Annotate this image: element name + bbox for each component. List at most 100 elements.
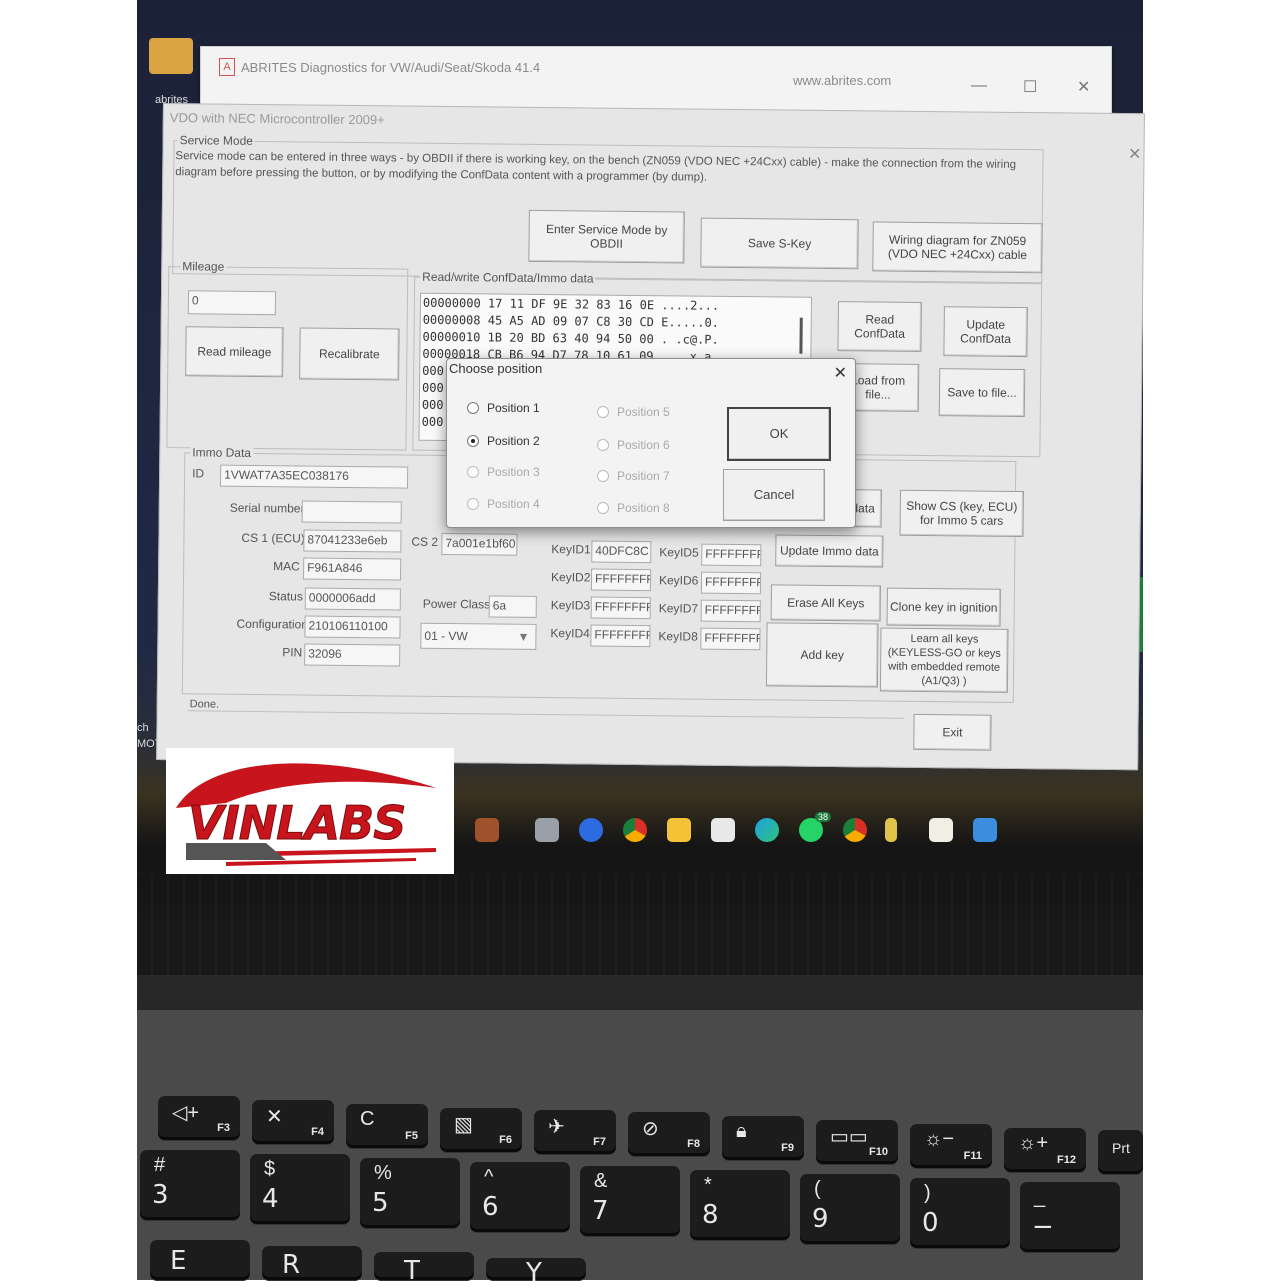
app-icon[interactable]: [475, 818, 499, 842]
enter-service-mode-button[interactable]: Enter Service Mode by OBDII: [528, 209, 685, 264]
key-3[interactable]: #3: [140, 1150, 240, 1220]
close-button[interactable]: ✕: [1077, 77, 1090, 97]
key-4[interactable]: $4: [250, 1154, 350, 1224]
ok-button[interactable]: OK: [727, 407, 831, 461]
key-9[interactable]: (9: [800, 1174, 900, 1244]
window-close-icon[interactable]: ✕: [1128, 144, 1142, 164]
key-char: 8: [702, 1200, 719, 1230]
add-key-button[interactable]: Add key: [765, 622, 879, 688]
vinlabs-logo: VINLABS: [166, 748, 454, 874]
cs2-field[interactable]: 7a001e1bf601: [441, 532, 518, 556]
key-char: 3: [152, 1180, 169, 1210]
mac-label: MAC: [273, 559, 300, 574]
power-class-field[interactable]: 6a: [488, 595, 537, 618]
status-field[interactable]: 0000006add: [304, 587, 401, 611]
learn-all-keys-button[interactable]: Learn all keys (KEYLESS-GO or keys with …: [879, 627, 1009, 693]
update-confdata-button[interactable]: Update ConfData: [943, 306, 1028, 358]
key-r[interactable]: R: [262, 1246, 362, 1280]
f3-key[interactable]: ◁+ F3: [158, 1096, 240, 1140]
key-shift-char: &: [594, 1170, 608, 1192]
minimize-button[interactable]: —: [971, 77, 987, 95]
cs1-field[interactable]: 87041233e6eb: [303, 529, 402, 553]
key-8[interactable]: * 8: [690, 1170, 790, 1240]
position-1-label: Position 1: [487, 401, 540, 415]
f6-key[interactable]: ▧ F6: [440, 1108, 522, 1152]
clone-key-button[interactable]: Clone key in ignition: [886, 587, 1001, 627]
position-3-radio[interactable]: Position 3: [467, 465, 540, 479]
key-5[interactable]: % 5: [360, 1158, 460, 1228]
folder-icon[interactable]: [149, 38, 193, 74]
hex-scrollbar[interactable]: [799, 317, 803, 354]
configuration-label: Configuration: [236, 616, 309, 632]
exit-button[interactable]: Exit: [913, 713, 992, 751]
maximize-button[interactable]: ☐: [1023, 77, 1037, 97]
position-6-radio[interactable]: Position 6: [597, 438, 670, 452]
position-1-radio[interactable]: Position 1: [467, 401, 540, 415]
show-cs-button[interactable]: Show CS (key, ECU) for Immo 5 cars: [899, 489, 1024, 538]
f12-key[interactable]: ☼+ F12: [1004, 1128, 1086, 1172]
f10-key[interactable]: ▭▭ F10: [816, 1120, 898, 1164]
erase-all-keys-button[interactable]: Erase All Keys: [770, 584, 881, 622]
mileage-field[interactable]: 0: [187, 290, 277, 316]
mac-field[interactable]: F961A846: [303, 557, 402, 581]
close-icon[interactable]: ✕: [834, 363, 847, 383]
position-7-radio[interactable]: Position 7: [597, 469, 670, 483]
zoom-icon[interactable]: [579, 818, 603, 842]
brand-select[interactable]: 01 - VW ▼: [420, 622, 537, 650]
id-field[interactable]: 1VWAT7A35EC038176: [219, 464, 409, 489]
save-skey-button[interactable]: Save S-Key: [700, 217, 859, 270]
key-6[interactable]: ^ 6: [470, 1162, 570, 1232]
position-2-radio[interactable]: Position 2: [467, 434, 540, 448]
f11-key[interactable]: ☼− F11: [910, 1124, 992, 1168]
keyid8-field[interactable]: FFFFFFFF: [700, 627, 761, 651]
position-5-radio[interactable]: Position 5: [597, 405, 670, 419]
f7-key[interactable]: ✈ F7: [534, 1110, 616, 1154]
app-icon[interactable]: [885, 818, 897, 842]
edge-icon[interactable]: [755, 818, 779, 842]
key-shift-char: *: [704, 1174, 712, 1196]
position-8-radio[interactable]: Position 8: [597, 501, 670, 515]
pin-field[interactable]: 32096: [304, 643, 401, 667]
f5-key[interactable]: C F5: [346, 1104, 428, 1148]
file-explorer-icon[interactable]: [667, 818, 691, 842]
status-bar: [187, 710, 904, 719]
read-mileage-button[interactable]: Read mileage: [185, 326, 284, 378]
f8-key[interactable]: ⊘ F8: [628, 1112, 710, 1156]
wiring-diagram-button[interactable]: Wiring diagram for ZN059 (VDO NEC +24Cxx…: [872, 221, 1043, 274]
keyid2-field[interactable]: FFFFFFFF: [590, 568, 652, 592]
keyid1-field[interactable]: 40DFC8C: [591, 540, 652, 564]
keyid6-field[interactable]: FFFFFFFF: [700, 571, 762, 595]
keyid3-label: KeyID3: [550, 598, 591, 613]
update-immo-data-button[interactable]: Update Immo data: [775, 534, 884, 568]
abrites-logo-icon: A: [219, 58, 235, 76]
chrome-profile-icon[interactable]: [843, 818, 867, 842]
snipping-tool-icon[interactable]: [973, 818, 997, 842]
cancel-button[interactable]: Cancel: [723, 469, 825, 521]
key-0[interactable]: ) 0: [910, 1178, 1010, 1248]
serial-number-field[interactable]: [301, 500, 402, 524]
read-confdata-button[interactable]: Read ConfData: [837, 301, 922, 352]
configuration-field[interactable]: 210106110100: [304, 615, 401, 639]
key-e[interactable]: E: [150, 1240, 250, 1280]
prtsc-key[interactable]: Prt: [1098, 1130, 1143, 1174]
save-to-file-button[interactable]: Save to file...: [938, 368, 1026, 418]
keyid3-field[interactable]: FFFFFFFF: [590, 596, 651, 620]
app-icon[interactable]: [535, 818, 559, 842]
f4-key[interactable]: ✕ F4: [252, 1100, 334, 1144]
app-icon[interactable]: [929, 818, 953, 842]
f9-key[interactable]: 🔒︎ F9: [722, 1116, 804, 1160]
chrome-icon[interactable]: [623, 818, 647, 842]
key-t[interactable]: T: [374, 1252, 474, 1286]
key-7[interactable]: & 7: [580, 1166, 680, 1236]
keyid7-field[interactable]: FFFFFFFF: [700, 599, 761, 623]
keyid4-field[interactable]: FFFFFFFF: [590, 624, 651, 648]
store-icon[interactable]: [711, 818, 735, 842]
key-char: 5: [372, 1188, 389, 1218]
key-y[interactable]: Y: [486, 1258, 586, 1288]
key-minus[interactable]: _ −: [1020, 1182, 1120, 1252]
position-4-radio[interactable]: Position 4: [467, 497, 540, 511]
recalibrate-button[interactable]: Recalibrate: [299, 327, 400, 381]
key-glyph: ◁+: [172, 1102, 200, 1124]
keyid5-field[interactable]: FFFFFFFF: [701, 543, 762, 567]
key-label: Prt: [1112, 1140, 1130, 1156]
